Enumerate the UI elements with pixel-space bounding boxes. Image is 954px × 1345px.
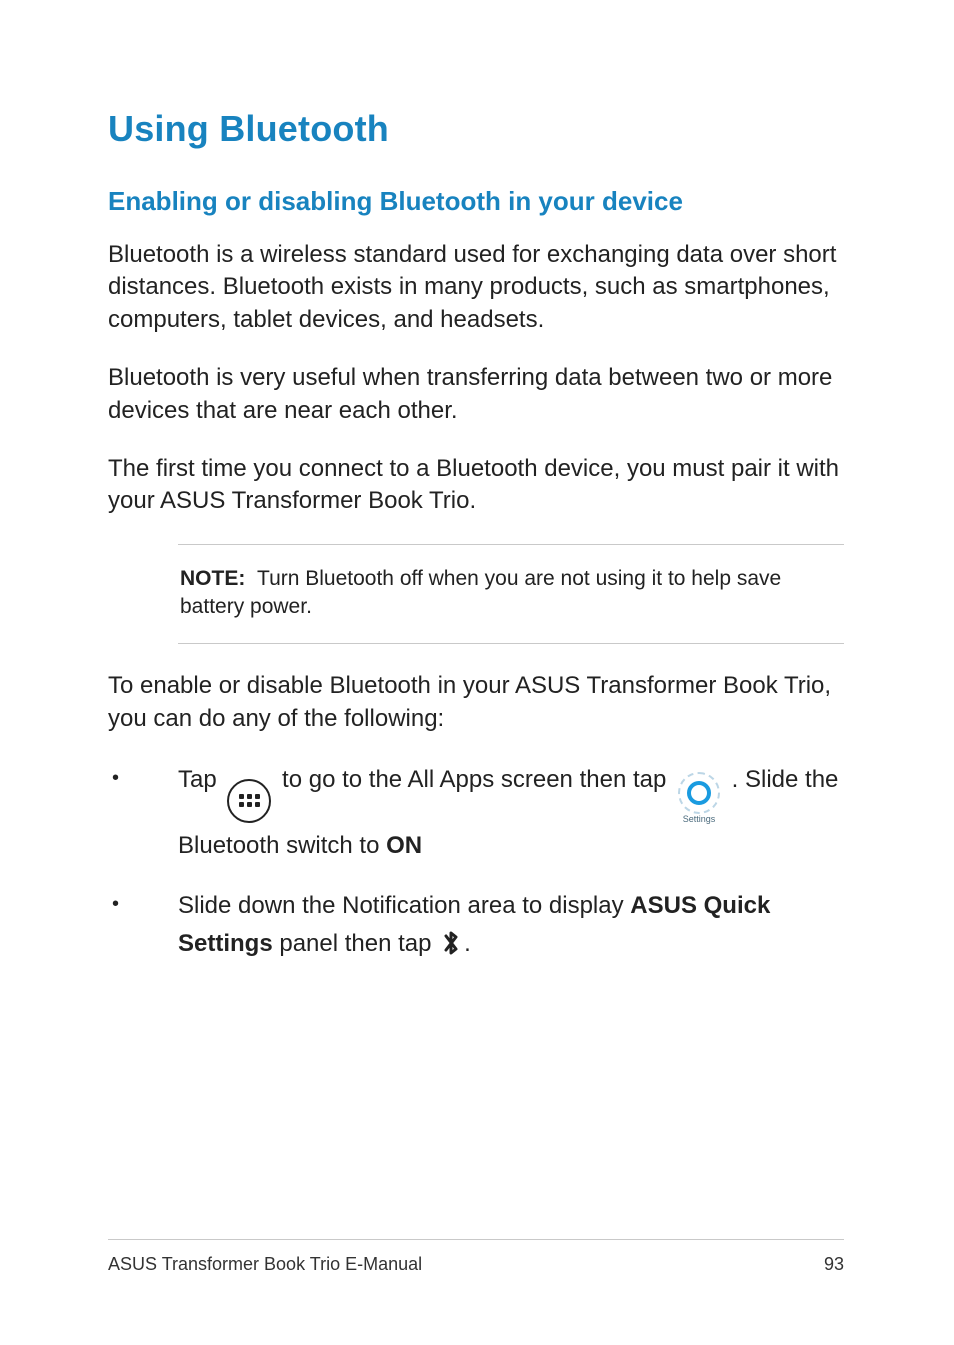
paragraph: Bluetooth is a wireless standard used fo… [108,239,844,336]
paragraph: Bluetooth is very useful when transferri… [108,362,844,427]
text-fragment: Slide down the Notification area to disp… [178,892,630,919]
note-text: NOTE: Turn Bluetooth off when you are no… [180,565,842,622]
on-label: ON [386,832,422,859]
section-heading: Enabling or disabling Bluetooth in your … [108,186,844,217]
text-fragment: Tap [178,766,223,793]
settings-inner [687,781,711,805]
text-fragment: panel then tap [273,930,438,957]
list-item-body: Tap to go to the All Apps screen then ta… [178,761,844,865]
bullet-icon: • [108,887,178,921]
bullet-list: • Tap to go to the All Apps screen then … [108,761,844,970]
list-item: • Tap to go to the All Apps screen then … [108,761,844,865]
all-apps-icon [227,779,271,823]
paragraph: To enable or disable Bluetooth in your A… [108,670,844,735]
note-label: NOTE: [180,567,245,590]
note-body-text: Turn Bluetooth off when you are not usin… [180,567,781,618]
bullet-icon: • [108,761,178,795]
note-block: NOTE: Turn Bluetooth off when you are no… [178,544,844,645]
page-title: Using Bluetooth [108,108,844,150]
paragraph: The first time you connect to a Bluetoot… [108,453,844,518]
text-fragment: . [464,930,471,957]
text-fragment: to go to the All Apps screen then tap [282,766,673,793]
footer-title: ASUS Transformer Book Trio E-Manual [108,1254,422,1275]
bluetooth-icon [440,929,462,969]
page-footer: ASUS Transformer Book Trio E-Manual 93 [108,1239,844,1275]
manual-page: Using Bluetooth Enabling or disabling Bl… [0,0,954,1345]
settings-icon: Settings [677,776,721,826]
page-number: 93 [824,1254,844,1275]
list-item: • Slide down the Notification area to di… [108,887,844,970]
settings-label: Settings [683,812,716,826]
list-item-body: Slide down the Notification area to disp… [178,887,844,970]
settings-ring [682,776,716,810]
dots-grid [239,794,260,807]
